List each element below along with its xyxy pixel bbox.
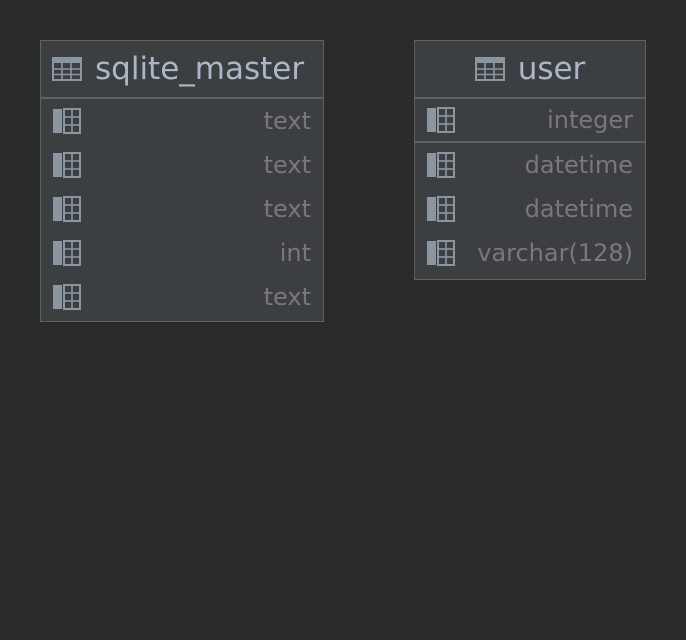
column-icon	[427, 107, 455, 133]
diagram-canvas: sqlite_master text text text int text us…	[0, 0, 686, 640]
column-row[interactable]: int	[41, 231, 323, 275]
column-row[interactable]: text	[41, 99, 323, 143]
column-icon	[427, 240, 455, 266]
column-icon	[427, 152, 455, 178]
table-sqlite-master[interactable]: sqlite_master text text text int text	[40, 40, 324, 322]
table-header[interactable]: sqlite_master	[41, 41, 323, 99]
column-type: integer	[547, 106, 633, 134]
column-icon	[53, 284, 81, 310]
column-icon	[53, 240, 81, 266]
column-icon	[427, 196, 455, 222]
column-icon	[53, 152, 81, 178]
column-type: varchar(128)	[477, 239, 633, 267]
column-type: text	[263, 151, 311, 179]
table-name: user	[517, 51, 586, 87]
column-row[interactable]: datetime	[415, 187, 645, 231]
column-row[interactable]: text	[41, 143, 323, 187]
column-type: text	[263, 283, 311, 311]
column-icon	[53, 108, 81, 134]
table-grid-icon	[474, 57, 505, 81]
column-row-primary-key[interactable]: integer	[415, 99, 645, 143]
table-user[interactable]: user integer datetime datetime varchar(1…	[414, 40, 646, 280]
column-type: datetime	[524, 151, 633, 179]
table-header[interactable]: user	[415, 41, 645, 99]
column-row[interactable]: datetime	[415, 143, 645, 187]
column-row[interactable]: text	[41, 187, 323, 231]
column-type: text	[263, 195, 311, 223]
table-grid-icon	[52, 57, 82, 81]
column-type: int	[279, 239, 311, 267]
column-icon	[53, 196, 81, 222]
column-row[interactable]: text	[41, 275, 323, 319]
column-type: datetime	[524, 195, 633, 223]
table-name: sqlite_master	[95, 51, 305, 87]
column-type: text	[263, 107, 311, 135]
column-row[interactable]: varchar(128)	[415, 231, 645, 275]
